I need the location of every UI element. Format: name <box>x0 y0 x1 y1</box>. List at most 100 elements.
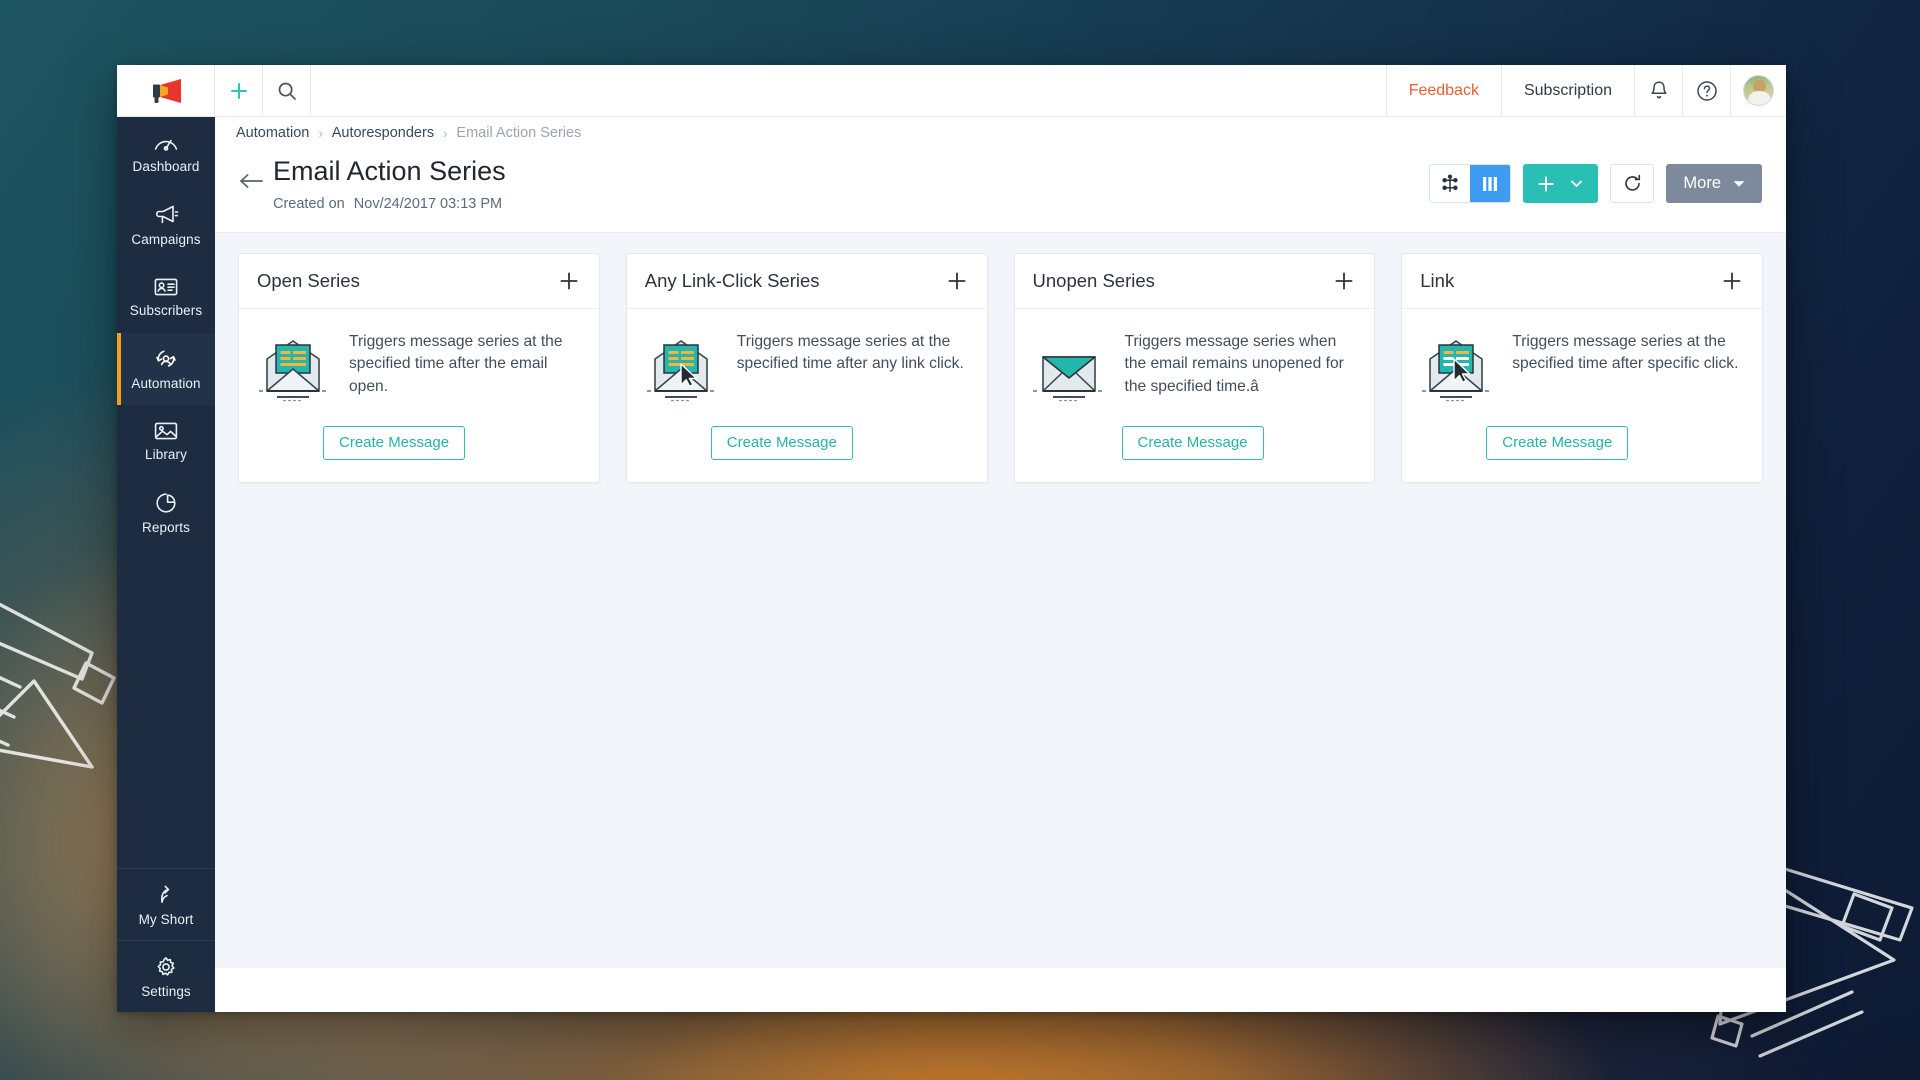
cards-row: Open Series <box>238 253 1763 483</box>
add-series-button[interactable] <box>1331 268 1357 294</box>
app-logo[interactable] <box>117 65 215 116</box>
refresh-button[interactable] <box>1610 164 1654 203</box>
topbar-right-group: Feedback Subscription <box>1386 65 1786 116</box>
search-button[interactable] <box>263 65 311 116</box>
add-series-button[interactable] <box>1719 268 1745 294</box>
sidebar-item-label: Settings <box>141 985 191 999</box>
card-illustration <box>1029 327 1115 410</box>
plus-icon <box>1333 270 1355 292</box>
help-button[interactable] <box>1682 65 1730 116</box>
back-button[interactable] <box>233 163 269 199</box>
main-content: Automation › Autoresponders › Email Acti… <box>215 117 1786 1012</box>
window-body: Dashboard Campaigns <box>117 117 1786 1012</box>
view-mode-toggle-group <box>1429 164 1511 203</box>
sidebar-item-reports[interactable]: Reports <box>117 477 215 549</box>
sidebar-item-label: Subscribers <box>130 304 202 318</box>
bell-icon <box>1649 80 1669 101</box>
card-unopen-series: Unopen Series <box>1014 253 1376 483</box>
create-message-button[interactable]: Create Message <box>1486 426 1628 460</box>
breadcrumb-item-current: Email Action Series <box>456 125 581 141</box>
breadcrumb-item-autoresponders[interactable]: Autoresponders <box>332 125 434 141</box>
open-envelope-cursor-icon <box>1416 331 1496 405</box>
breadcrumb-item-automation[interactable]: Automation <box>236 125 309 141</box>
topbar-spacer <box>311 65 1386 116</box>
user-avatar-button[interactable] <box>1730 65 1786 116</box>
gear-icon <box>154 955 178 979</box>
column-view-icon <box>1481 175 1499 193</box>
create-message-button[interactable]: Create Message <box>1122 426 1264 460</box>
sidebar-item-label: My Short <box>139 913 194 927</box>
breadcrumb-separator: › <box>443 126 447 141</box>
back-arrow-icon <box>238 171 264 191</box>
help-circle-icon <box>1696 80 1718 102</box>
card-header: Any Link-Click Series <box>627 254 987 309</box>
top-bar: Feedback Subscription <box>117 65 1786 117</box>
open-envelope-teal-icon <box>253 331 333 405</box>
sidebar-item-label: Automation <box>131 377 200 391</box>
more-button[interactable]: More <box>1666 164 1762 203</box>
add-button[interactable] <box>1523 164 1598 203</box>
add-series-button[interactable] <box>944 268 970 294</box>
plus-icon <box>558 270 580 292</box>
sidebar-item-subscribers[interactable]: Subscribers <box>117 261 215 333</box>
megaphone-icon <box>153 203 179 227</box>
caret-down-icon <box>1733 180 1745 188</box>
page-title-block: Email Action Series Created on Nov/24/20… <box>273 155 506 212</box>
sidebar: Dashboard Campaigns <box>117 117 215 1012</box>
image-icon <box>153 420 179 442</box>
card-body: Triggers message series at the specified… <box>1402 309 1762 410</box>
megaphone-logo <box>148 78 184 104</box>
sidebar-item-library[interactable]: Library <box>117 405 215 477</box>
sidebar-item-label: Dashboard <box>133 160 200 174</box>
feedback-button[interactable]: Feedback <box>1386 65 1501 116</box>
card-footer: Create Message <box>627 410 987 482</box>
created-on-label: Created on <box>273 196 345 212</box>
card-title: Link <box>1420 270 1454 292</box>
plus-icon <box>1537 175 1555 193</box>
notifications-button[interactable] <box>1634 65 1682 116</box>
closed-envelope-icon <box>1029 331 1109 405</box>
card-illustration <box>1416 327 1502 410</box>
more-button-label: More <box>1683 174 1721 193</box>
chevron-down-icon <box>1569 176 1584 191</box>
create-message-button[interactable]: Create Message <box>711 426 853 460</box>
subscription-button[interactable]: Subscription <box>1501 65 1634 116</box>
sidebar-item-label: Library <box>145 448 187 462</box>
card-body: Triggers message series when the email r… <box>1015 309 1375 410</box>
card-title: Open Series <box>257 270 360 292</box>
cards-area: Open Series <box>215 232 1786 968</box>
breadcrumb: Automation › Autoresponders › Email Acti… <box>215 117 1786 149</box>
card-body: Triggers message series at the specified… <box>239 309 599 410</box>
created-on-value: Nov/24/2017 03:13 PM <box>354 196 502 212</box>
sidebar-spacer <box>117 549 215 868</box>
column-view-button[interactable] <box>1470 165 1510 202</box>
create-new-button[interactable] <box>215 65 263 116</box>
card-title: Unopen Series <box>1033 270 1155 292</box>
automation-icon <box>153 347 179 371</box>
card-description: Triggers message series at the specified… <box>349 327 581 410</box>
card-footer: Create Message <box>1402 410 1762 482</box>
sidebar-item-my-short[interactable]: My Short <box>117 868 215 940</box>
sidebar-item-dashboard[interactable]: Dashboard <box>117 117 215 189</box>
page-title: Email Action Series <box>273 155 506 189</box>
open-envelope-cursor-icon <box>641 331 721 405</box>
plus-icon <box>229 81 249 101</box>
card-illustration <box>641 327 727 410</box>
avatar <box>1743 75 1774 106</box>
sidebar-item-automation[interactable]: Automation <box>117 333 215 405</box>
flow-view-icon <box>1440 174 1460 194</box>
sidebar-item-campaigns[interactable]: Campaigns <box>117 189 215 261</box>
sidebar-item-settings[interactable]: Settings <box>117 940 215 1012</box>
breadcrumb-separator: › <box>318 126 322 141</box>
created-on-line: Created on Nov/24/2017 03:13 PM <box>273 196 506 212</box>
card-header: Unopen Series <box>1015 254 1375 309</box>
create-message-button[interactable]: Create Message <box>323 426 465 460</box>
add-series-button[interactable] <box>556 268 582 294</box>
share-arrow-icon <box>154 883 178 907</box>
plus-icon <box>1721 270 1743 292</box>
gauge-icon <box>153 132 179 154</box>
flow-view-button[interactable] <box>1430 165 1470 202</box>
card-description: Triggers message series at the specified… <box>737 327 969 410</box>
card-header: Open Series <box>239 254 599 309</box>
card-illustration <box>253 327 339 410</box>
